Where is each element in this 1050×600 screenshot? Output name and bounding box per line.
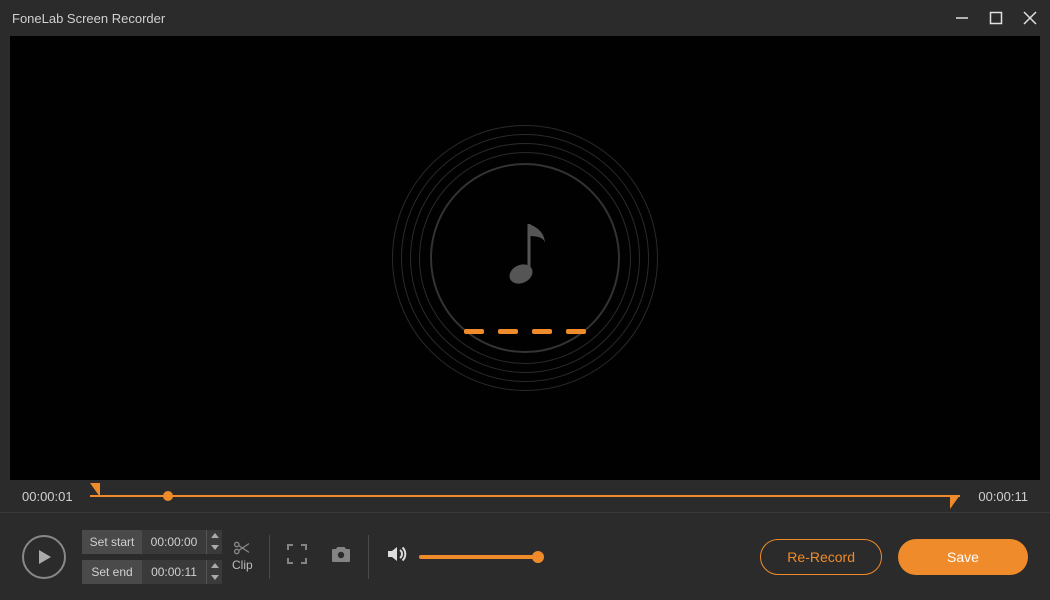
- clip-start-value[interactable]: 00:00:00: [142, 535, 206, 549]
- separator: [368, 535, 369, 579]
- set-start-button[interactable]: Set start: [82, 530, 142, 554]
- clip-end-value[interactable]: 00:00:11: [142, 565, 206, 579]
- audio-visualizer: [385, 118, 665, 398]
- clip-section: Set start 00:00:00 Set end 00:00:11: [82, 530, 253, 584]
- speaker-icon[interactable]: [385, 543, 407, 570]
- minimize-button[interactable]: [954, 10, 970, 26]
- preview-area: [10, 36, 1040, 480]
- set-end-button[interactable]: Set end: [82, 560, 142, 584]
- timeline: 00:00:01 00:00:11: [0, 480, 1050, 512]
- close-button[interactable]: [1022, 10, 1038, 26]
- clip-start-up[interactable]: [207, 530, 222, 542]
- controls-bar: Set start 00:00:00 Set end 00:00:11: [0, 512, 1050, 600]
- music-note-icon: [495, 216, 555, 301]
- clip-button-label: Clip: [232, 558, 253, 572]
- play-icon: [35, 548, 53, 566]
- range-start-handle[interactable]: [90, 483, 100, 497]
- separator: [269, 535, 270, 579]
- scissor-icon: [233, 541, 251, 558]
- maximize-icon: [989, 11, 1003, 25]
- seek-track-line: [90, 495, 960, 497]
- current-time-label: 00:00:01: [22, 489, 78, 504]
- maximize-button[interactable]: [988, 10, 1004, 26]
- close-icon: [1023, 11, 1037, 25]
- titlebar: FoneLab Screen Recorder: [0, 0, 1050, 36]
- screenshot-button[interactable]: [330, 543, 352, 570]
- clip-end-row: Set end 00:00:11: [82, 560, 222, 584]
- fullscreen-button[interactable]: [286, 543, 308, 570]
- window-controls: [954, 10, 1038, 26]
- clip-end-down[interactable]: [207, 572, 222, 584]
- clip-start-spinner: [206, 530, 222, 554]
- volume-slider[interactable]: [419, 555, 539, 559]
- preview-tool-buttons: [286, 543, 352, 570]
- seek-track[interactable]: [90, 485, 960, 507]
- clip-start-down[interactable]: [207, 542, 222, 554]
- minimize-icon: [955, 11, 969, 25]
- camera-icon: [330, 543, 352, 565]
- clip-start-row: Set start 00:00:00: [82, 530, 222, 554]
- range-end-handle[interactable]: [950, 495, 960, 509]
- save-button[interactable]: Save: [898, 539, 1028, 575]
- fullscreen-icon: [286, 543, 308, 565]
- volume-thumb[interactable]: [532, 551, 544, 563]
- play-button[interactable]: [22, 535, 66, 579]
- clip-button[interactable]: Clip: [232, 541, 253, 572]
- clip-end-spinner: [206, 560, 222, 584]
- re-record-button[interactable]: Re-Record: [760, 539, 882, 575]
- clip-end-up[interactable]: [207, 560, 222, 572]
- equalizer-bars: [464, 329, 586, 334]
- window-title: FoneLab Screen Recorder: [12, 11, 954, 26]
- volume-control: [385, 543, 539, 570]
- total-time-label: 00:00:11: [972, 489, 1028, 504]
- playhead[interactable]: [163, 491, 173, 501]
